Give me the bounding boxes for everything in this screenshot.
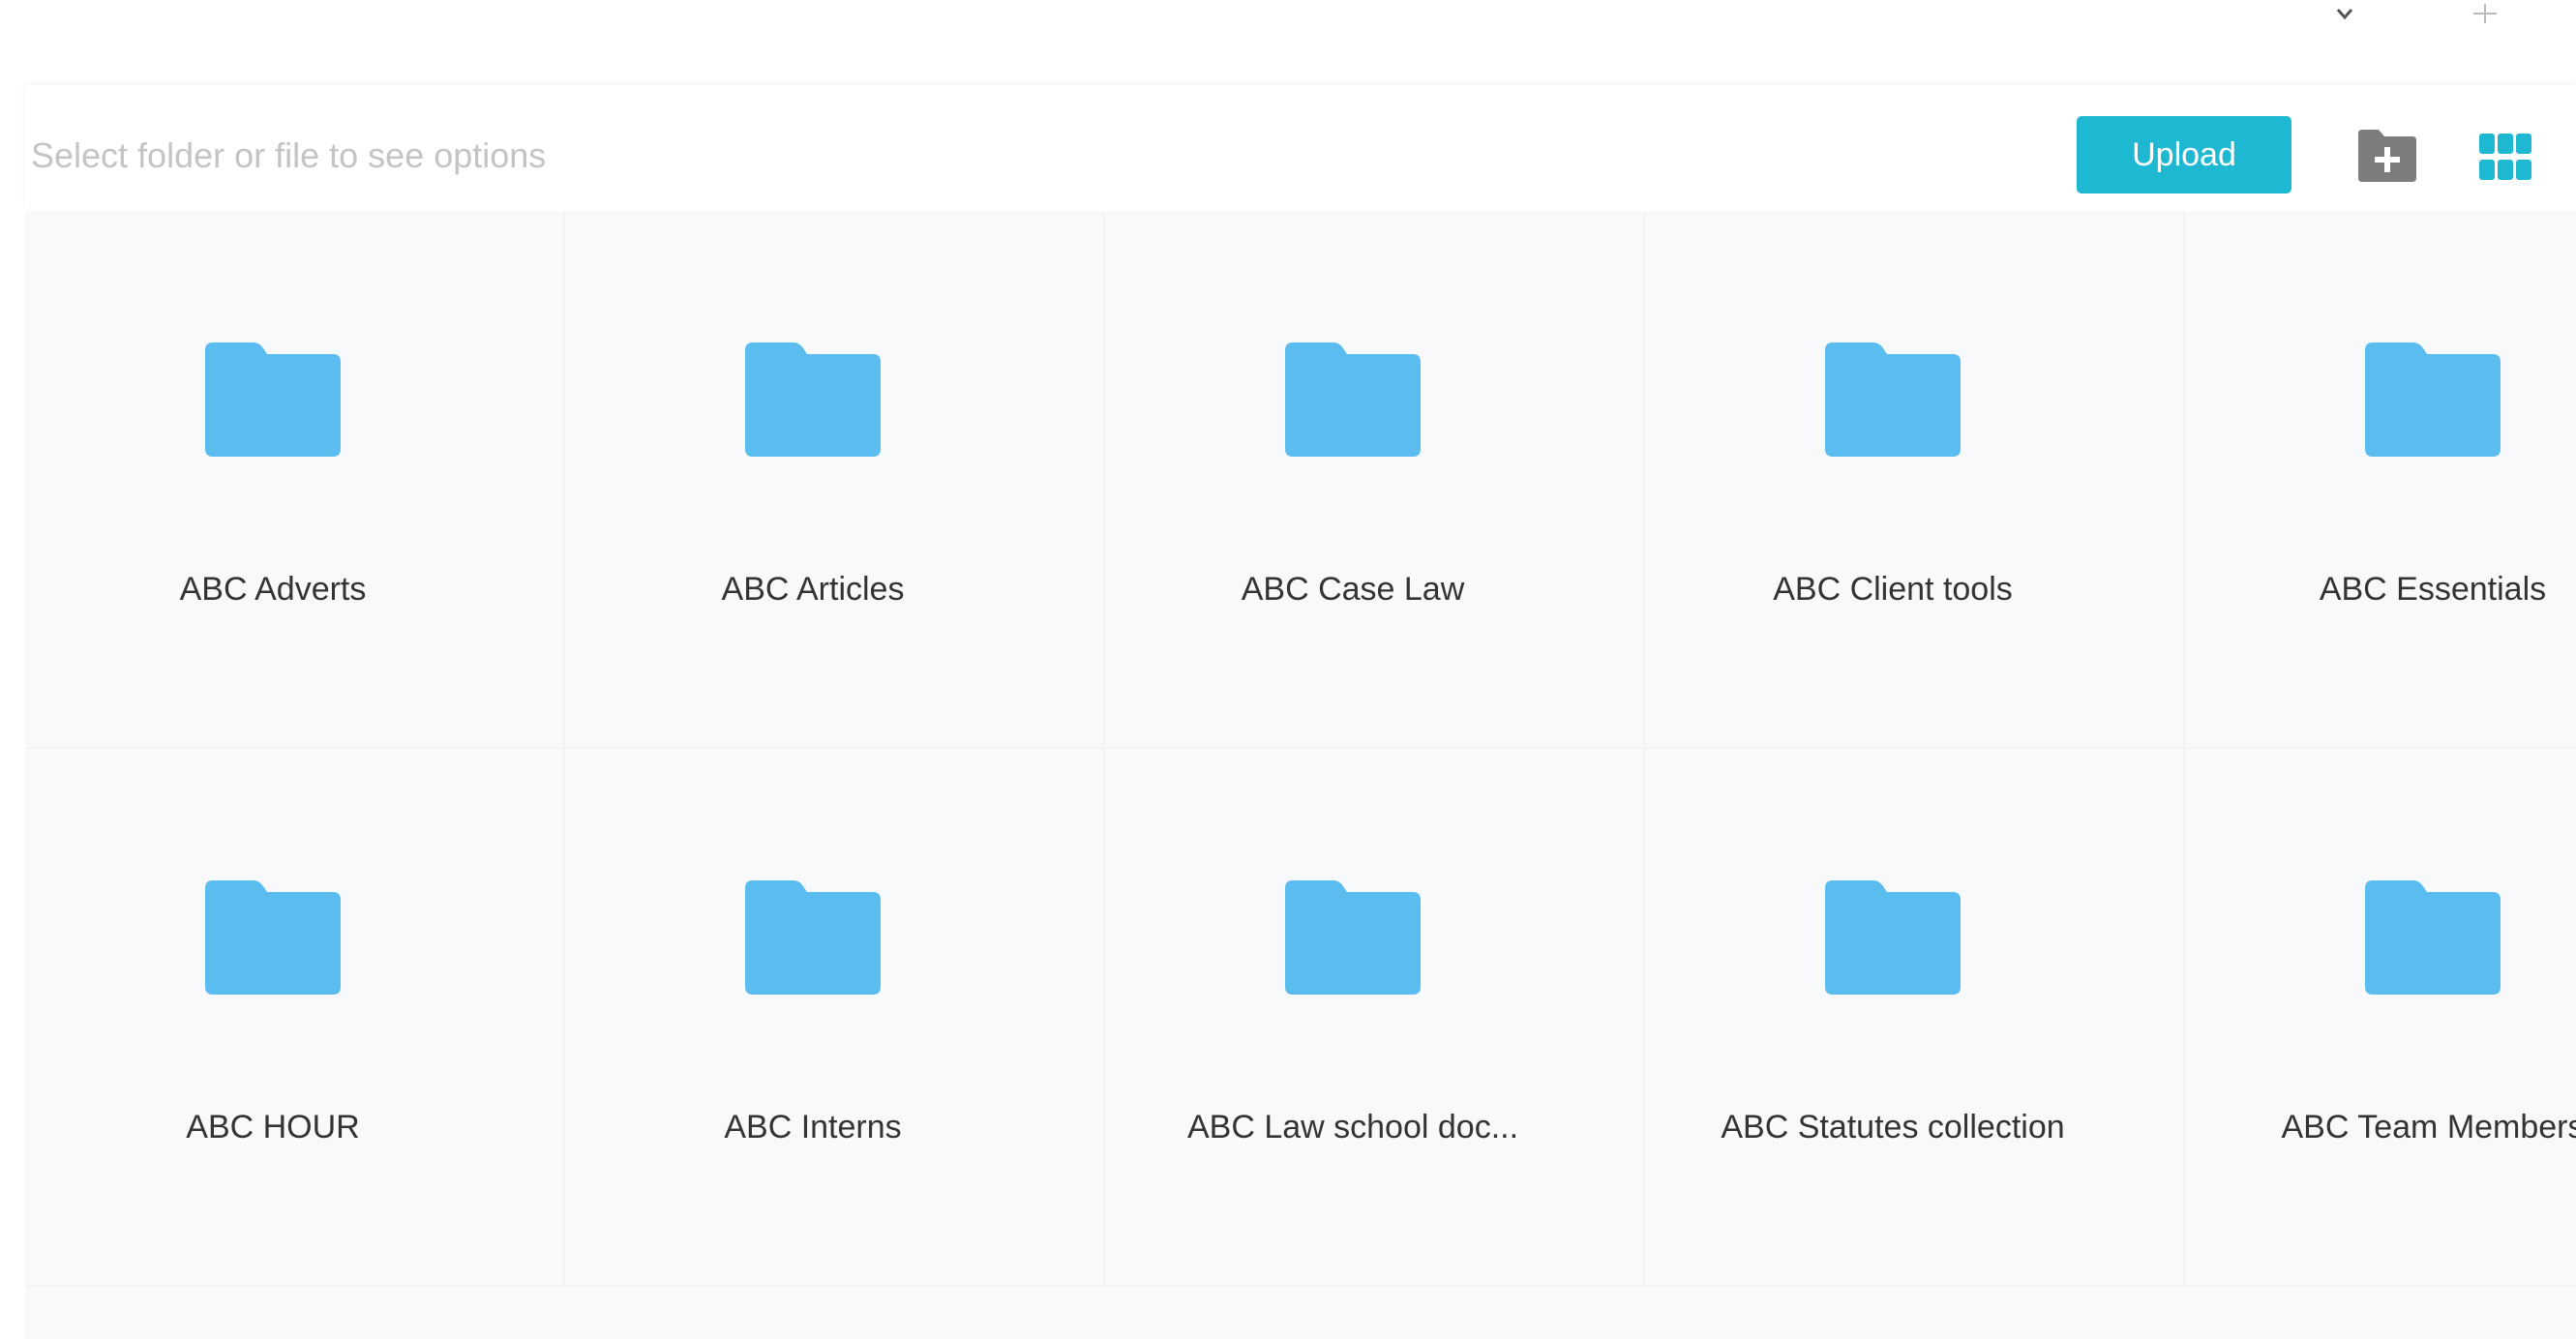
folder-tile[interactable]: ABC Interns	[565, 749, 1105, 1287]
folder-label: ABC Essentials	[2319, 571, 2547, 608]
folder-label: ABC Client tools	[1773, 571, 2013, 608]
grid-view-button[interactable]	[2477, 132, 2533, 182]
folder-tile[interactable]: ABC Case Law	[1105, 211, 1645, 749]
folder-label: ABC HOUR	[186, 1109, 360, 1146]
folder-icon	[2365, 342, 2501, 457]
folder-icon	[2365, 880, 2501, 995]
grid-view-icon	[2479, 134, 2531, 180]
window-controls	[2286, 0, 2576, 58]
folder-icon	[745, 342, 881, 457]
folder-grid: ABC Adverts ABC Articles ABC Case Law AB…	[25, 211, 2576, 1339]
new-folder-button[interactable]	[2355, 128, 2419, 184]
folder-icon	[1285, 342, 1421, 457]
folder-label: ABC Case Law	[1241, 571, 1465, 608]
folder-tile[interactable]: ABC HOUR	[25, 749, 565, 1287]
toolbar: Select folder or file to see options Upl…	[25, 85, 2576, 211]
folder-label: ABC Adverts	[179, 571, 367, 608]
folder-tile[interactable]: ABC Statutes collection	[1645, 749, 2185, 1287]
folder-label: ABC Team Members	[2281, 1109, 2576, 1146]
folder-icon	[205, 880, 341, 995]
upload-button[interactable]: Upload	[2077, 116, 2291, 193]
folder-tile[interactable]: ABC Law school doc...	[1105, 749, 1645, 1287]
folder-tile[interactable]: ABC Client tools	[1645, 211, 2185, 749]
folder-tile[interactable]: ABC Team Members	[2185, 749, 2576, 1287]
plus-icon[interactable]	[2466, 0, 2504, 29]
folder-icon	[205, 342, 341, 457]
folder-label: ABC Statutes collection	[1721, 1109, 2065, 1146]
folder-tile[interactable]: ABC Essentials	[2185, 211, 2576, 749]
folder-plus-icon	[2358, 130, 2416, 182]
selection-hint: Select folder or file to see options	[31, 135, 547, 175]
folder-label: ABC Articles	[721, 571, 905, 608]
folder-icon	[745, 880, 881, 995]
folder-label: ABC Law school doc...	[1186, 1109, 1519, 1146]
folder-tile[interactable]: ABC Adverts	[25, 211, 565, 749]
folder-grid-area: ABC Adverts ABC Articles ABC Case Law AB…	[25, 211, 2576, 1339]
folder-tile[interactable]: ABC Articles	[565, 211, 1105, 749]
chevron-down-icon[interactable]	[2330, 0, 2359, 29]
folder-icon	[1285, 880, 1421, 995]
file-manager-page: Select folder or file to see options Upl…	[0, 0, 2576, 1339]
folder-icon	[1825, 342, 1961, 457]
folder-label: ABC Interns	[724, 1109, 902, 1146]
folder-icon	[1825, 880, 1961, 995]
